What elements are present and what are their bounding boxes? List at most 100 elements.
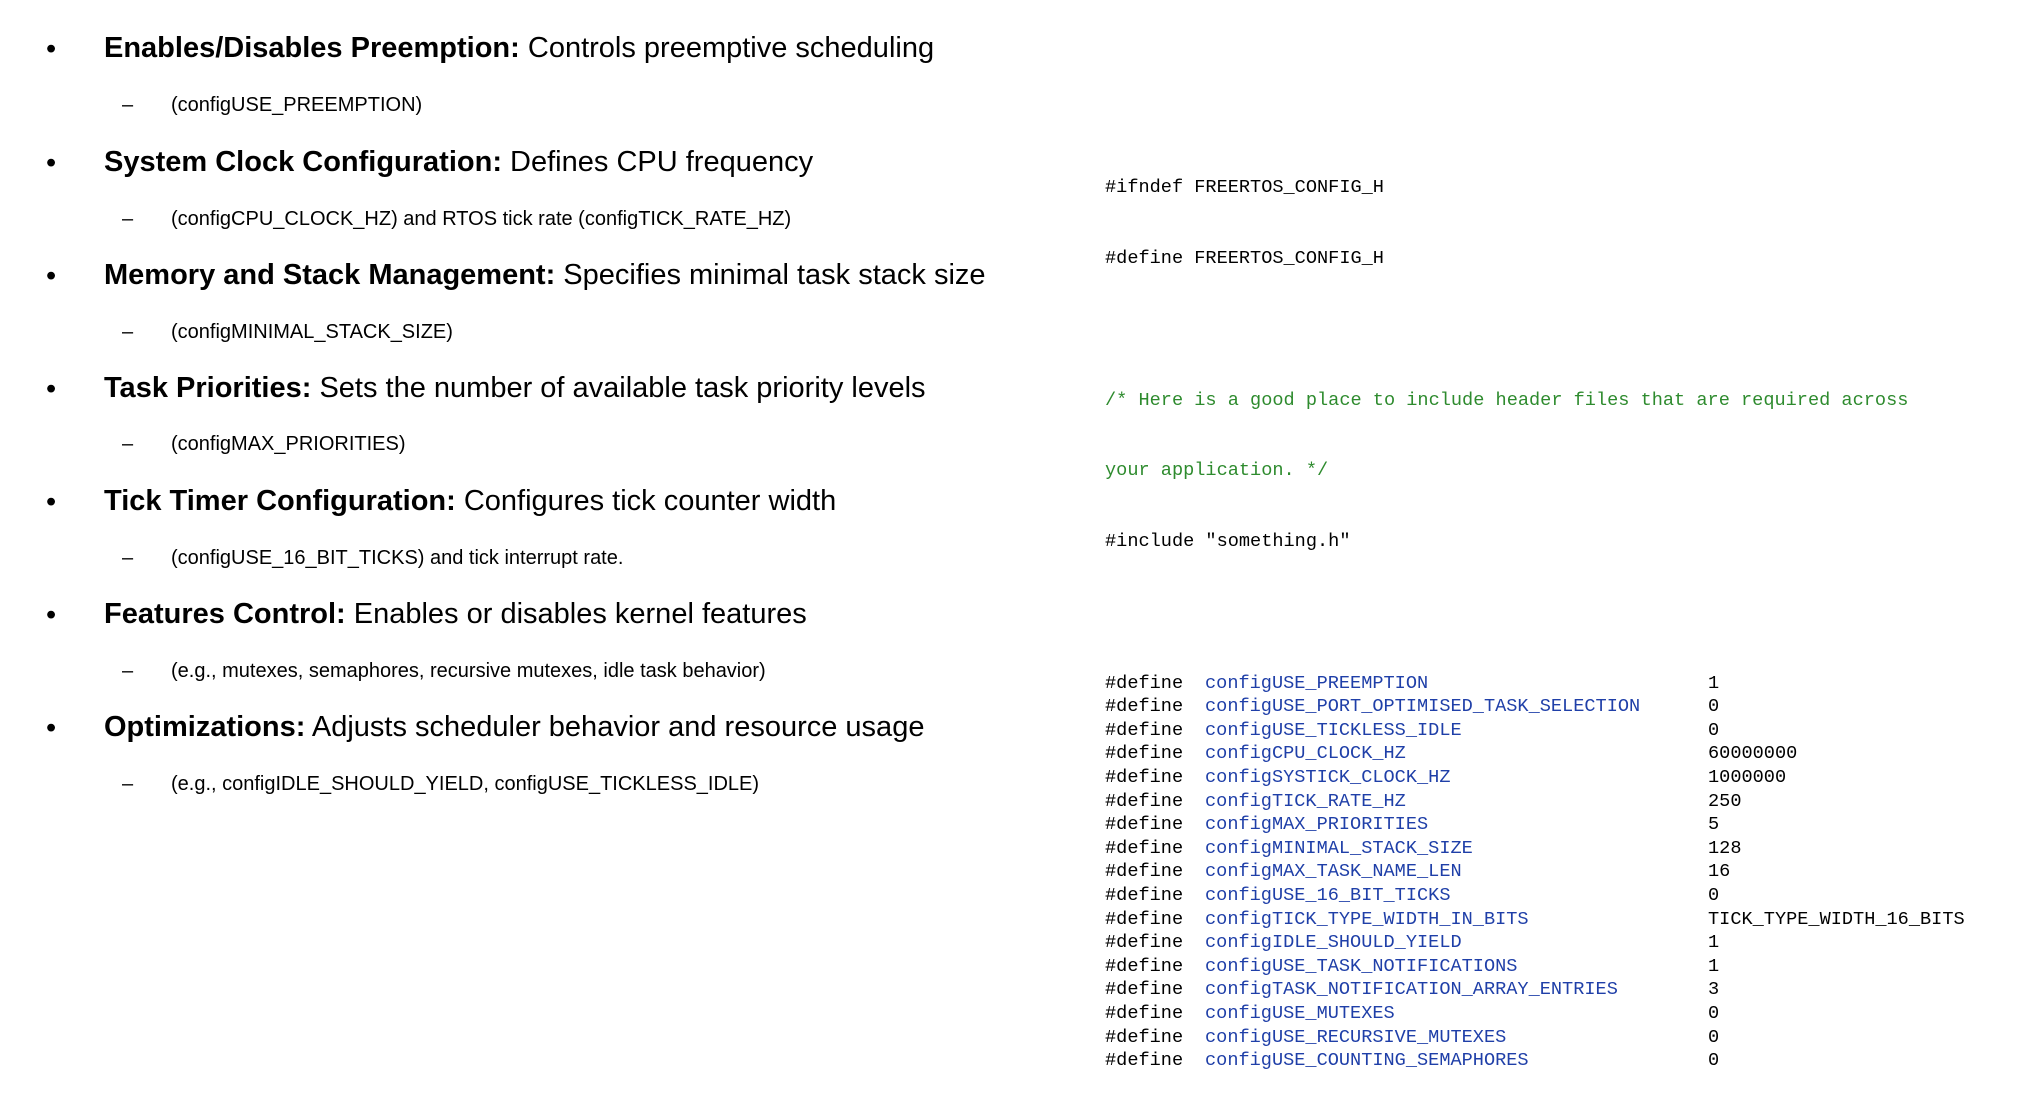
define-macro-name: configIDLE_SHOULD_YIELD xyxy=(1205,932,1462,954)
define-macro-name: configMAX_PRIORITIES xyxy=(1205,814,1429,836)
define-row: #define configUSE_TASK_NOTIFICATIONS 1 xyxy=(1105,955,2015,979)
define-value: 0 xyxy=(1708,1002,1720,1024)
define-macro-name: configUSE_TASK_NOTIFICATIONS xyxy=(1205,955,1518,977)
bullet-heading: Enables/Disables Preemption: xyxy=(104,32,520,64)
dash-marker: – xyxy=(122,660,134,682)
define-row: #define configUSE_TICKLESS_IDLE 0 xyxy=(1105,719,2015,743)
define-keyword: #define xyxy=(1105,908,1184,930)
bullet-marker: • xyxy=(46,599,57,631)
define-keyword: #define xyxy=(1105,696,1184,718)
bullet-description: Controls preemptive scheduling xyxy=(519,32,935,64)
define-row: #define configUSE_COUNTING_SEMAPHORES 0 xyxy=(1105,1049,2015,1073)
dash-marker: – xyxy=(122,321,134,343)
dash-marker: – xyxy=(122,773,134,795)
bullet-item-features-control: Features Control: Enables or disables ke… xyxy=(104,597,807,631)
bullet-heading: Optimizations: xyxy=(104,711,306,743)
define-row: #define configMAX_TASK_NAME_LEN 16 xyxy=(1105,860,2015,884)
define-value: 5 xyxy=(1708,814,1720,836)
bullet-description: Enables or disables kernel features xyxy=(345,598,807,630)
define-row: #define configCPU_CLOCK_HZ 60000000 xyxy=(1105,742,2015,766)
dash-marker: – xyxy=(122,547,134,569)
bullet-marker: • xyxy=(46,486,57,518)
define-keyword: #define xyxy=(1105,955,1184,977)
bullet-detail: (configMINIMAL_STACK_SIZE) xyxy=(171,321,453,343)
bullet-heading: System Clock Configuration: xyxy=(104,146,502,178)
define-value: 128 xyxy=(1708,837,1742,859)
bullet-marker: • xyxy=(46,373,57,405)
bullet-item-memory-stack: Memory and Stack Management: Specifies m… xyxy=(104,258,986,292)
define-macro-name: configUSE_PREEMPTION xyxy=(1205,672,1429,694)
define-value: 1 xyxy=(1708,932,1720,954)
define-row: #define configMAX_PRIORITIES 5 xyxy=(1105,813,2015,837)
define-keyword: #define xyxy=(1105,719,1184,741)
bullet-marker: • xyxy=(46,147,57,179)
define-keyword: #define xyxy=(1105,979,1184,1001)
bullet-detail: (configCPU_CLOCK_HZ) and RTOS tick rate … xyxy=(171,208,792,230)
define-macro-name: configUSE_MUTEXES xyxy=(1205,1002,1395,1024)
bullet-item-tick-timer: Tick Timer Configuration: Configures tic… xyxy=(104,484,836,518)
define-macro-name: configTICK_TYPE_WIDTH_IN_BITS xyxy=(1205,908,1529,930)
define-value: 60000000 xyxy=(1708,743,1798,765)
bullet-item-preemption: Enables/Disables Preemption: Controls pr… xyxy=(104,31,934,65)
code-line-ifndef: #ifndef FREERTOS_CONFIG_H xyxy=(1105,177,1384,199)
define-value: 1000000 xyxy=(1708,767,1787,789)
dash-marker: – xyxy=(122,433,134,455)
bullet-description: Sets the number of available task priori… xyxy=(311,372,926,404)
define-keyword: #define xyxy=(1105,814,1184,836)
define-row: #define configMINIMAL_STACK_SIZE 128 xyxy=(1105,837,2015,861)
define-macro-name: configUSE_PORT_OPTIMISED_TASK_SELECTION xyxy=(1205,696,1641,718)
define-row: #define configTICK_TYPE_WIDTH_IN_BITS TICK… xyxy=(1105,908,2015,932)
code-line-define-guard: #define FREERTOS_CONFIG_H xyxy=(1105,247,1384,269)
define-keyword: #define xyxy=(1105,790,1184,812)
define-keyword: #define xyxy=(1105,837,1184,859)
bullet-detail: (e.g., mutexes, semaphores, recursive mu… xyxy=(171,660,766,682)
define-macro-name: configSYSTICK_CLOCK_HZ xyxy=(1205,767,1451,789)
bullet-detail: (configUSE_16_BIT_TICKS) and tick interr… xyxy=(171,547,624,569)
bullet-item-optimizations: Optimizations: Adjusts scheduler behavio… xyxy=(104,710,924,744)
dash-marker: – xyxy=(122,208,134,230)
bullet-detail: (configUSE_PREEMPTION) xyxy=(171,94,423,116)
code-comment-line: your application. */ xyxy=(1105,460,1329,482)
bullet-item-task-priorities: Task Priorities: Sets the number of avai… xyxy=(104,371,926,405)
bullet-marker: • xyxy=(46,260,57,292)
define-macro-name: configUSE_16_BIT_TICKS xyxy=(1205,885,1451,906)
bullet-marker: • xyxy=(46,33,57,65)
define-value: 0 xyxy=(1708,1026,1720,1048)
define-keyword: #define xyxy=(1105,743,1184,765)
define-value: 1 xyxy=(1708,955,1720,977)
bullet-detail: (e.g., configIDLE_SHOULD_YIELD, configUS… xyxy=(171,773,760,795)
define-value: 0 xyxy=(1708,1050,1720,1072)
define-row: #define configIDLE_SHOULD_YIELD 1 xyxy=(1105,931,2015,955)
define-row: #define configUSE_PREEMPTION 1 xyxy=(1105,672,2015,696)
dash-marker: – xyxy=(122,94,134,116)
define-macro-name: configMINIMAL_STACK_SIZE xyxy=(1205,837,1473,859)
bullet-description: Specifies minimal task stack size xyxy=(555,259,986,291)
define-macro-name: configMAX_TASK_NAME_LEN xyxy=(1205,861,1462,883)
bullet-list: • Enables/Disables Preemption: Controls … xyxy=(0,0,1070,820)
define-value: 0 xyxy=(1708,719,1720,741)
bullet-description: Defines CPU frequency xyxy=(502,146,814,178)
code-listing: #ifndef FREERTOS_CONFIG_H #define FREERT… xyxy=(1105,129,2015,1096)
define-row: #define configUSE_MUTEXES 0 xyxy=(1105,1002,2015,1026)
define-value: 0 xyxy=(1708,696,1720,718)
bullet-detail: (configMAX_PRIORITIES) xyxy=(171,433,406,455)
bullet-item-system-clock: System Clock Configuration: Defines CPU … xyxy=(104,145,813,179)
bullet-description: Adjusts scheduler behavior and resource … xyxy=(305,711,925,743)
define-keyword: #define xyxy=(1105,1002,1184,1024)
code-comment-line: /* Here is a good place to include heade… xyxy=(1105,389,1909,411)
define-keyword: #define xyxy=(1105,861,1184,883)
define-row: #define configTASK_NOTIFICATION_ARRAY_ENT… xyxy=(1105,978,2015,1002)
code-line-include: #include "something.h" xyxy=(1105,531,1351,553)
bullet-description: Configures tick counter width xyxy=(455,485,837,517)
define-macro-name: configCPU_CLOCK_HZ xyxy=(1205,743,1406,765)
define-block: #define configUSE_PREEMPTION 1 #define confi… xyxy=(1105,672,2015,1073)
define-keyword: #define xyxy=(1105,1026,1184,1048)
define-keyword: #define xyxy=(1105,932,1184,954)
define-row: #define configUSE_RECURSIVE_MUTEXES 0 xyxy=(1105,1026,2015,1050)
define-keyword: #define xyxy=(1105,885,1184,906)
define-value: 1 xyxy=(1708,672,1720,694)
define-macro-name: configTASK_NOTIFICATION_ARRAY_ENTRIES xyxy=(1205,979,1618,1001)
define-value: TICK_TYPE_WIDTH_16_BITS xyxy=(1708,908,1965,930)
